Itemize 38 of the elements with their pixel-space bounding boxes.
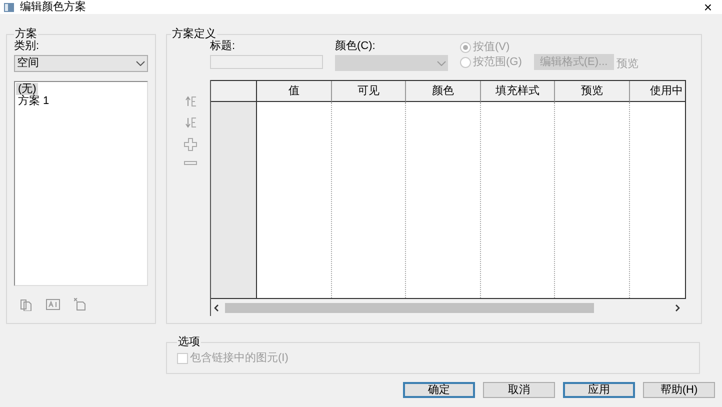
scheme-list[interactable]: (无) 方案 1 <box>14 81 148 286</box>
group-title: 方案 <box>14 28 38 40</box>
dialog-button[interactable]: 确定 <box>403 382 475 398</box>
checkbox-label: 包含链接中的图元(I) <box>190 350 288 366</box>
group-title: 选项 <box>177 336 201 348</box>
color-label: 颜色(C): <box>335 40 376 52</box>
dialog-button[interactable]: 取消 <box>483 382 555 398</box>
column-header[interactable]: 填充样式 <box>480 81 555 102</box>
dialog-button[interactable]: 应用 <box>563 382 635 398</box>
radio-label: 按值(V) <box>473 41 510 53</box>
caption-label: 标题: <box>210 40 236 52</box>
category-dropdown[interactable]: 空间 <box>14 55 148 72</box>
group-title: 方案定义 <box>171 28 217 40</box>
caption-field[interactable] <box>210 55 323 69</box>
move-down-icon[interactable] <box>184 117 196 128</box>
column-header[interactable]: 值 <box>257 81 332 102</box>
scheme-list-item[interactable]: 方案 1 <box>16 95 52 107</box>
copy-icon[interactable] <box>20 298 32 310</box>
scheme-list-item[interactable]: (无) <box>16 83 38 95</box>
column-header[interactable]: 预览 <box>555 81 630 102</box>
chevron-down-icon <box>437 60 446 66</box>
category-label: 类别: <box>14 40 40 52</box>
delete-page-icon[interactable] <box>74 298 86 311</box>
preview-label: 预览 <box>616 58 639 70</box>
chevron-down-icon <box>136 61 145 66</box>
close-button[interactable]: × <box>704 0 712 14</box>
minus-icon[interactable] <box>184 161 197 165</box>
app-icon <box>4 2 14 12</box>
move-up-icon[interactable] <box>184 96 196 107</box>
color-dropdown[interactable] <box>335 55 448 71</box>
plus-icon[interactable] <box>184 138 197 151</box>
dialog-button[interactable]: 帮助(H) <box>643 382 715 398</box>
radio-label: 按范围(G) <box>473 56 522 68</box>
window-title: 编辑颜色方案 <box>20 0 86 14</box>
column-header[interactable]: 颜色 <box>406 81 480 102</box>
column-header[interactable]: 使用中 <box>630 81 685 102</box>
rename-icon[interactable] <box>46 299 60 310</box>
column-header[interactable]: 可见 <box>332 81 406 102</box>
